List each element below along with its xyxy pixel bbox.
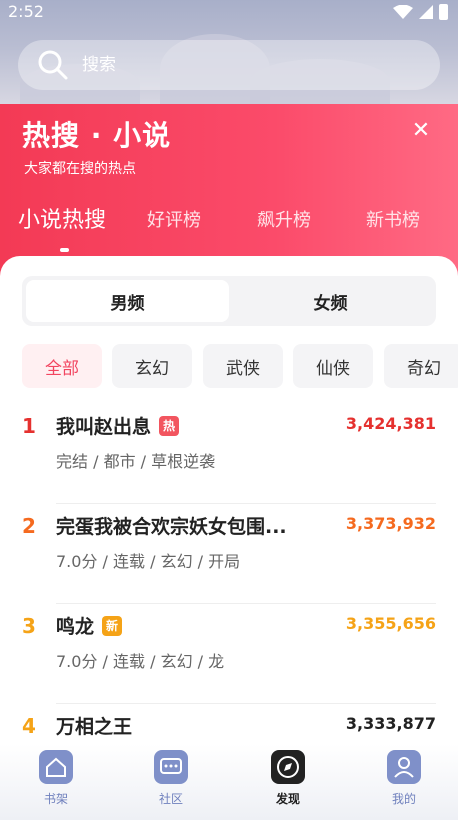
nav-label: 发现 — [275, 792, 300, 806]
gender-segment: 男频 女频 — [22, 276, 436, 326]
book-title: 鸣龙新 — [56, 612, 123, 639]
rank-number: 3 — [22, 614, 36, 638]
tab-top-rated[interactable]: 好评榜 — [147, 206, 201, 232]
rank-number: 1 — [22, 414, 36, 438]
book-title: 完蛋我被合欢宗妖女包围... — [56, 516, 287, 538]
book-meta: 7.0分 / 连载 / 玄幻 / 开局 — [56, 552, 241, 571]
home-icon — [39, 750, 73, 784]
rank-number: 2 — [22, 514, 36, 538]
page-title: 热搜 · 小说 — [22, 119, 172, 152]
list-item[interactable]: 2 完蛋我被合欢宗妖女包围... 7.0分 / 连载 / 玄幻 / 开局 3,3… — [0, 504, 458, 604]
book-title: 我叫赵出息热 — [56, 412, 180, 439]
wifi-icon — [393, 5, 413, 19]
tab-new-books[interactable]: 新书榜 — [366, 206, 420, 232]
bottom-navigation: 书架 社区 发现 我的 — [0, 744, 458, 820]
segment-female[interactable]: 女频 — [229, 280, 432, 322]
search-input[interactable] — [82, 55, 382, 75]
hot-badge: 热 — [159, 416, 180, 436]
category-qihuan[interactable]: 奇幻 — [384, 344, 458, 388]
nav-bookshelf[interactable]: 书架 — [21, 748, 91, 807]
nav-profile[interactable]: 我的 — [369, 748, 439, 807]
new-badge: 新 — [102, 616, 123, 636]
tab-rising[interactable]: 飙升榜 — [257, 206, 311, 232]
tab-novel-hot[interactable]: 小说热搜 — [18, 202, 106, 234]
nav-label: 书架 — [43, 792, 68, 806]
nav-label: 社区 — [158, 792, 183, 806]
ranking-sheet: 男频 女频 全部 玄幻 武侠 仙侠 奇幻 1 我叫赵出息热 完结 / 都市 / … — [0, 256, 458, 820]
nav-label: 我的 — [391, 792, 416, 806]
compass-icon — [271, 750, 305, 784]
page-subtitle: 大家都在搜的热点 — [24, 161, 136, 177]
tab-indicator — [60, 248, 69, 252]
nav-discover[interactable]: 发现 — [253, 748, 323, 807]
search-count: 3,424,381 — [345, 414, 436, 433]
category-xianxia[interactable]: 仙侠 — [293, 344, 373, 388]
ranking-tabs: 小说热搜 好评榜 飙升榜 新书榜 — [0, 206, 458, 250]
category-all[interactable]: 全部 — [22, 344, 102, 388]
rank-number: 4 — [22, 714, 36, 738]
list-item[interactable]: 1 我叫赵出息热 完结 / 都市 / 草根逆袭 3,424,381 — [0, 404, 458, 504]
status-time: 2:52 — [8, 2, 44, 21]
book-title: 万相之王 — [56, 716, 133, 738]
nav-community[interactable]: 社区 — [136, 748, 206, 807]
book-meta: 7.0分 / 连载 / 玄幻 / 龙 — [56, 652, 225, 671]
search-icon — [38, 50, 68, 80]
battery-icon — [439, 4, 448, 20]
category-filter: 全部 玄幻 武侠 仙侠 奇幻 — [22, 344, 458, 388]
user-icon — [387, 750, 421, 784]
book-meta: 完结 / 都市 / 草根逆袭 — [56, 452, 216, 471]
signal-icon — [419, 5, 433, 19]
list-item[interactable]: 3 鸣龙新 7.0分 / 连载 / 玄幻 / 龙 3,355,656 — [0, 604, 458, 704]
category-wuxia[interactable]: 武侠 — [203, 344, 283, 388]
search-count: 3,355,656 — [345, 614, 436, 633]
chat-icon — [154, 750, 188, 784]
segment-male[interactable]: 男频 — [26, 280, 229, 322]
search-bar[interactable] — [18, 40, 440, 90]
search-count: 3,333,877 — [345, 714, 436, 733]
status-icons — [393, 4, 448, 20]
close-icon[interactable]: ✕ — [406, 116, 436, 146]
category-xuanhuan[interactable]: 玄幻 — [112, 344, 192, 388]
search-count: 3,373,932 — [345, 514, 436, 533]
status-bar: 2:52 — [0, 0, 458, 24]
